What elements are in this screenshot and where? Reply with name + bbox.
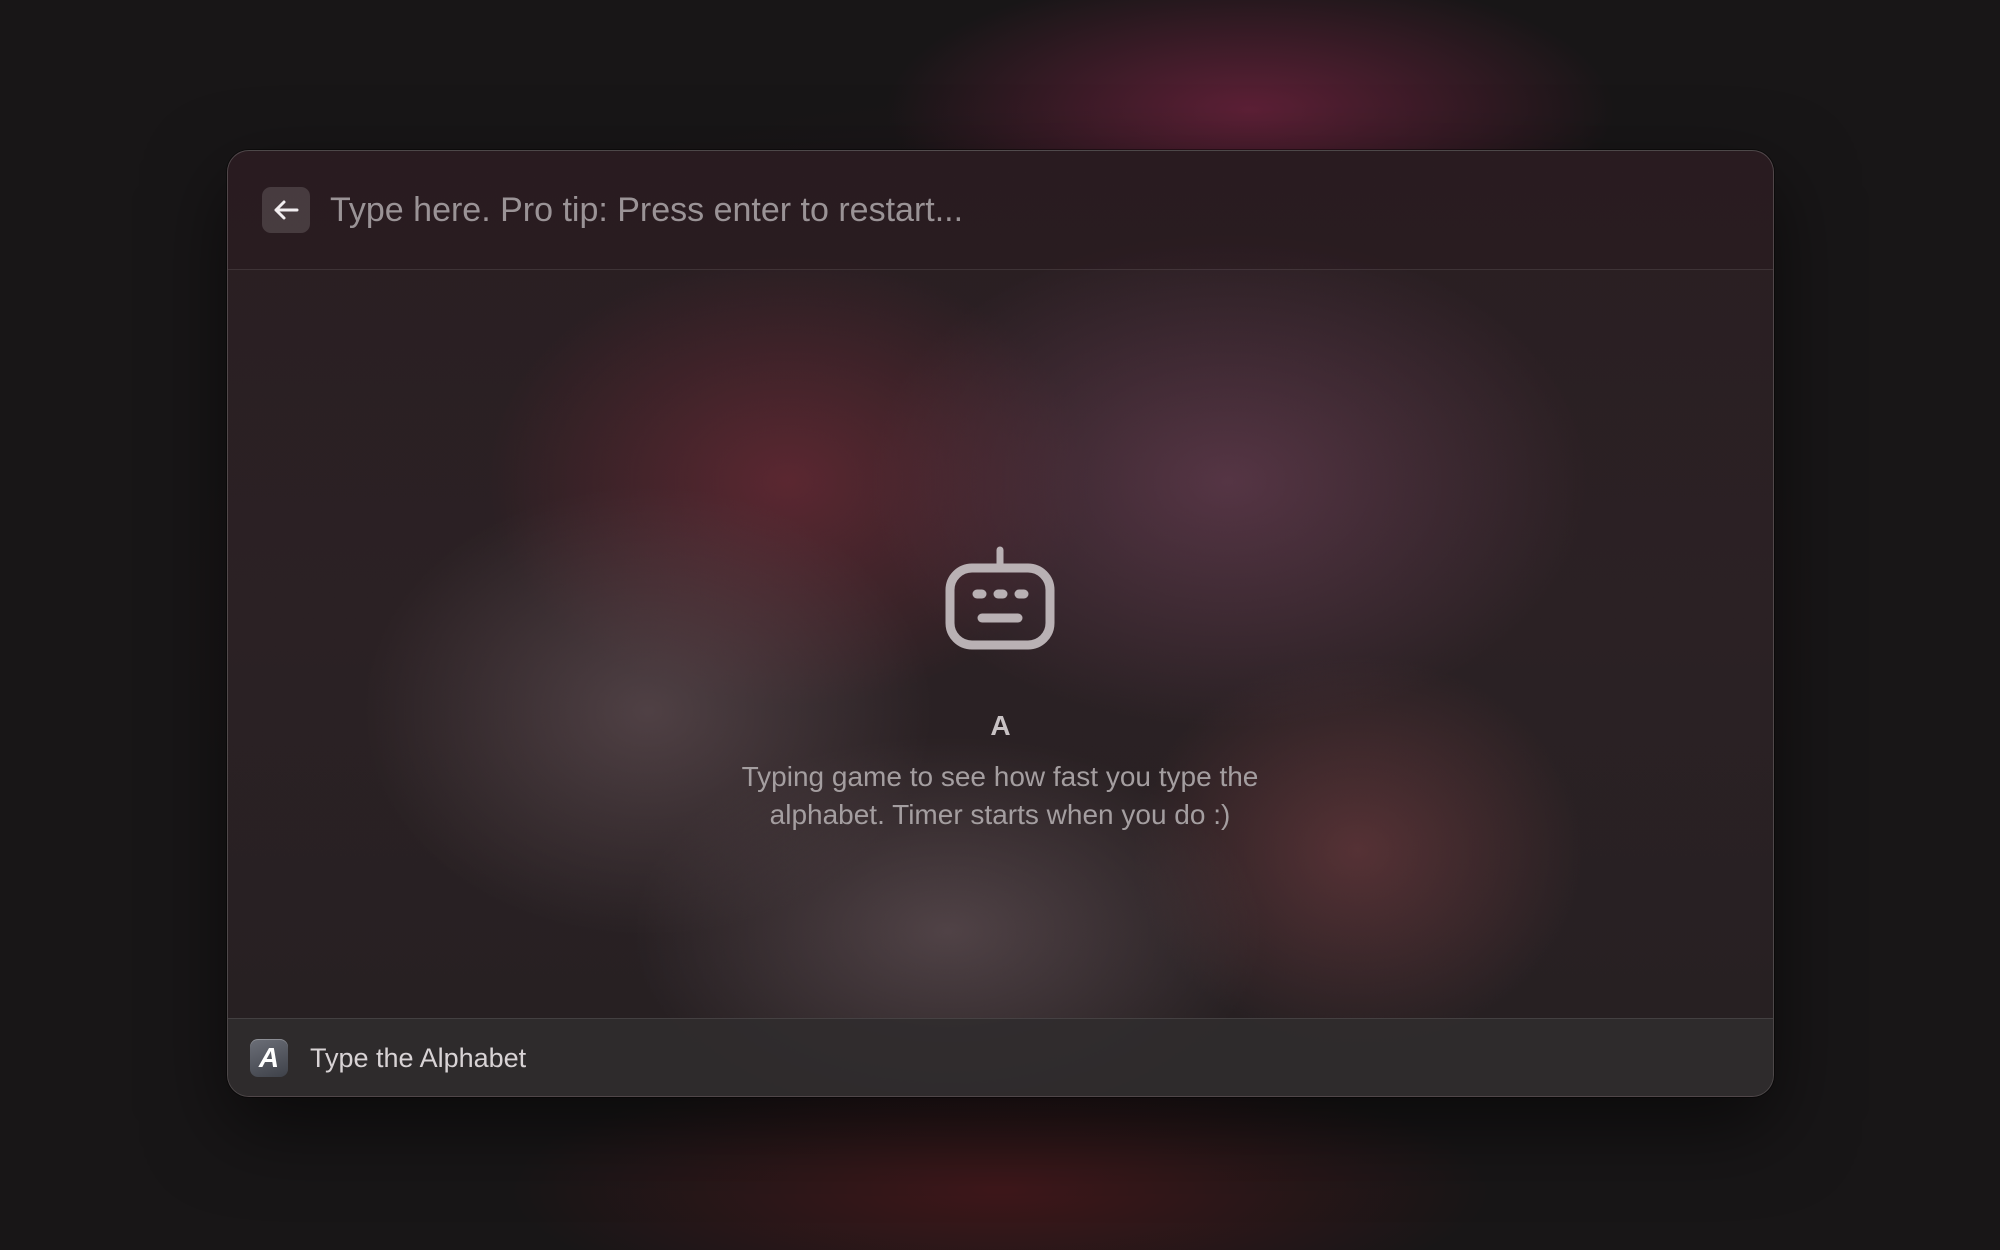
search-input[interactable]: [330, 181, 1730, 239]
app-name: Type the Alphabet: [310, 1043, 527, 1073]
type-the-alphabet-app-icon: A: [250, 1039, 288, 1077]
robot-icon: [940, 538, 1060, 658]
empty-state-description: Typing game to see how fast you type the…: [741, 761, 1259, 830]
back-button[interactable]: [262, 187, 310, 233]
action-bar: A Type the Alphabet: [228, 1018, 1773, 1096]
launcher-window: A Typing game to see how fast you type t…: [227, 150, 1774, 1097]
empty-state: A Typing game to see how fast you type t…: [228, 270, 1773, 1018]
search-bar: [228, 151, 1773, 270]
empty-state-title: A: [990, 710, 1011, 741]
arrow-left-icon: [273, 199, 299, 221]
